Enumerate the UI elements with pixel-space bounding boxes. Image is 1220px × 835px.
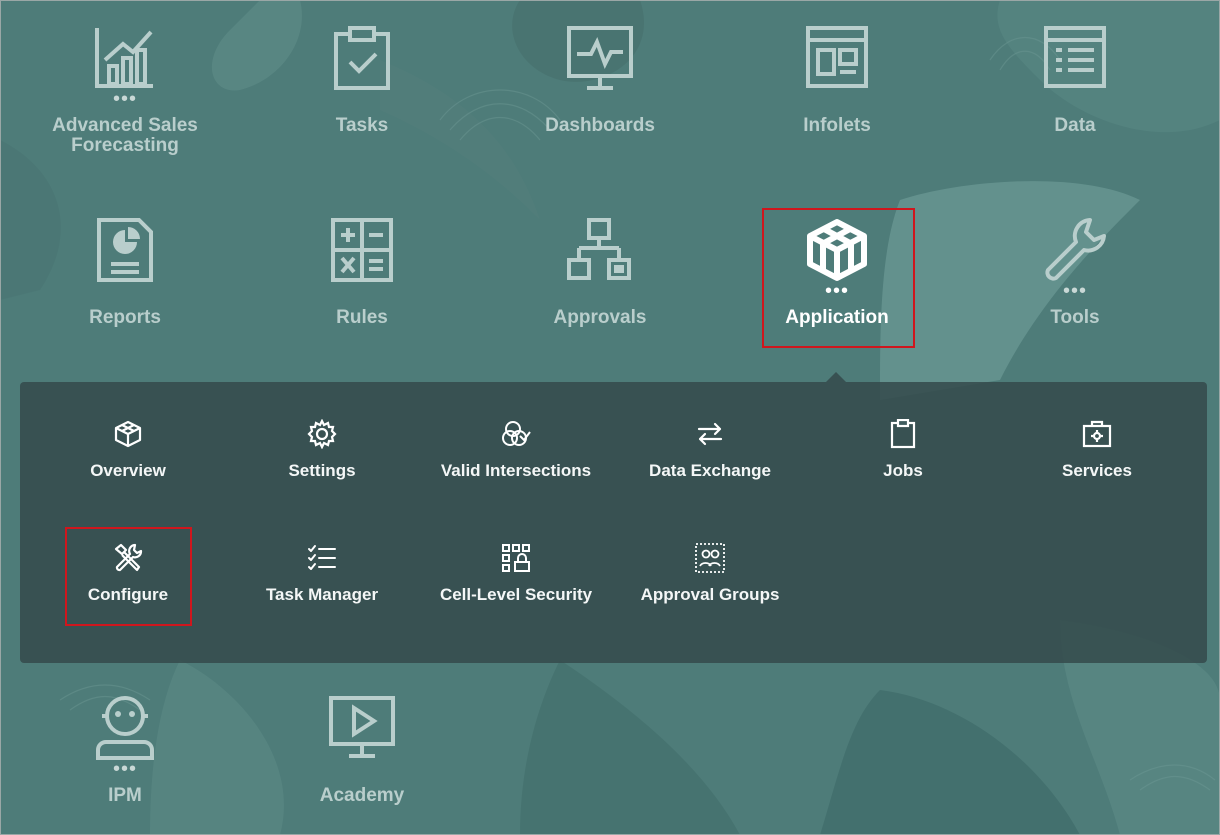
submenu-label: Valid Intersections [440, 461, 592, 480]
report-pie-icon [97, 218, 153, 282]
submenu-item-approval-groups[interactable]: Approval Groups [613, 543, 807, 604]
tile-label: Infolets [803, 115, 871, 136]
submenu-label: Services [1062, 461, 1132, 480]
tile-label: Reports [89, 307, 161, 328]
tile-approvals[interactable]: Approvals [500, 216, 700, 328]
tile-label: Application [785, 307, 889, 328]
tile-label-line2: Forecasting [71, 135, 179, 156]
hierarchy-icon [567, 218, 631, 280]
tile-application[interactable]: ••• Application [737, 216, 937, 328]
tile-tools[interactable]: ••• Tools [975, 216, 1175, 328]
grid-lock-icon [502, 544, 530, 572]
more-indicator: ••• [824, 280, 849, 302]
tile-academy[interactable]: Academy [262, 694, 462, 806]
calculator-icon [331, 218, 393, 282]
monitor-pulse-icon [567, 26, 633, 90]
tools-icon [114, 543, 143, 572]
more-indicator: ••• [1062, 280, 1087, 302]
tile-label: Tasks [335, 115, 389, 136]
tile-advanced-sales-forecasting[interactable]: ••• Advanced Sales Forecasting [25, 24, 225, 156]
submenu-item-services[interactable]: Services [1000, 419, 1194, 480]
tile-label: Tools [1050, 307, 1100, 328]
sales-forecast-chart-icon [95, 28, 153, 88]
play-screen-icon [329, 696, 395, 758]
submenu-item-overview[interactable]: Overview [31, 419, 225, 480]
cube-icon [807, 219, 867, 281]
tile-infolets[interactable]: Infolets [737, 24, 937, 136]
tile-label: Advanced Sales [52, 115, 198, 136]
clipboard-icon [890, 419, 916, 449]
venn-check-icon [502, 421, 531, 446]
submenu-item-data-exchange[interactable]: Data Exchange [613, 419, 807, 480]
more-indicator: ••• [112, 88, 137, 110]
tile-label: IPM [108, 785, 142, 806]
submenu-caret [826, 372, 846, 382]
submenu-item-cell-level-security[interactable]: Cell-Level Security [419, 543, 613, 604]
tile-label: Academy [319, 785, 405, 806]
data-grid-icon [1044, 26, 1106, 88]
clipboard-check-icon [334, 26, 390, 90]
submenu-item-configure[interactable]: Configure [31, 543, 225, 604]
tile-reports[interactable]: Reports [25, 216, 225, 328]
submenu-label: Approval Groups [640, 585, 780, 604]
tile-data[interactable]: Data [975, 24, 1175, 136]
tile-label: Dashboards [545, 115, 655, 136]
swap-arrows-icon [697, 422, 723, 446]
submenu-label: Settings [288, 461, 356, 480]
submenu-label: Overview [90, 461, 166, 480]
tile-rules[interactable]: Rules [262, 216, 462, 328]
gear-icon [307, 419, 337, 449]
submenu-item-valid-intersections[interactable]: Valid Intersections [419, 419, 613, 480]
submenu-label: Configure [87, 585, 169, 604]
tile-ipm[interactable]: ••• IPM [25, 694, 225, 806]
tile-dashboards[interactable]: Dashboards [500, 24, 700, 136]
submenu-label: Cell-Level Security [439, 585, 593, 604]
cube-outline-icon [114, 420, 142, 448]
group-icon [695, 543, 725, 573]
submenu-label: Task Manager [265, 585, 379, 604]
submenu-label: Data Exchange [649, 461, 771, 480]
wrench-icon [1045, 218, 1106, 281]
robot-icon [96, 696, 154, 760]
infolet-layout-icon [806, 26, 868, 88]
submenu-item-settings[interactable]: Settings [225, 419, 419, 480]
tile-label: Approvals [553, 307, 647, 328]
checklist-icon [308, 545, 336, 570]
service-kit-icon [1082, 420, 1112, 448]
tile-label: Rules [336, 307, 388, 328]
tile-label: Data [1054, 115, 1096, 136]
submenu-item-jobs[interactable]: Jobs [806, 419, 1000, 480]
tile-tasks[interactable]: Tasks [262, 24, 462, 136]
submenu-item-task-manager[interactable]: Task Manager [225, 543, 419, 604]
submenu-label: Jobs [883, 461, 923, 480]
more-indicator: ••• [112, 758, 137, 780]
